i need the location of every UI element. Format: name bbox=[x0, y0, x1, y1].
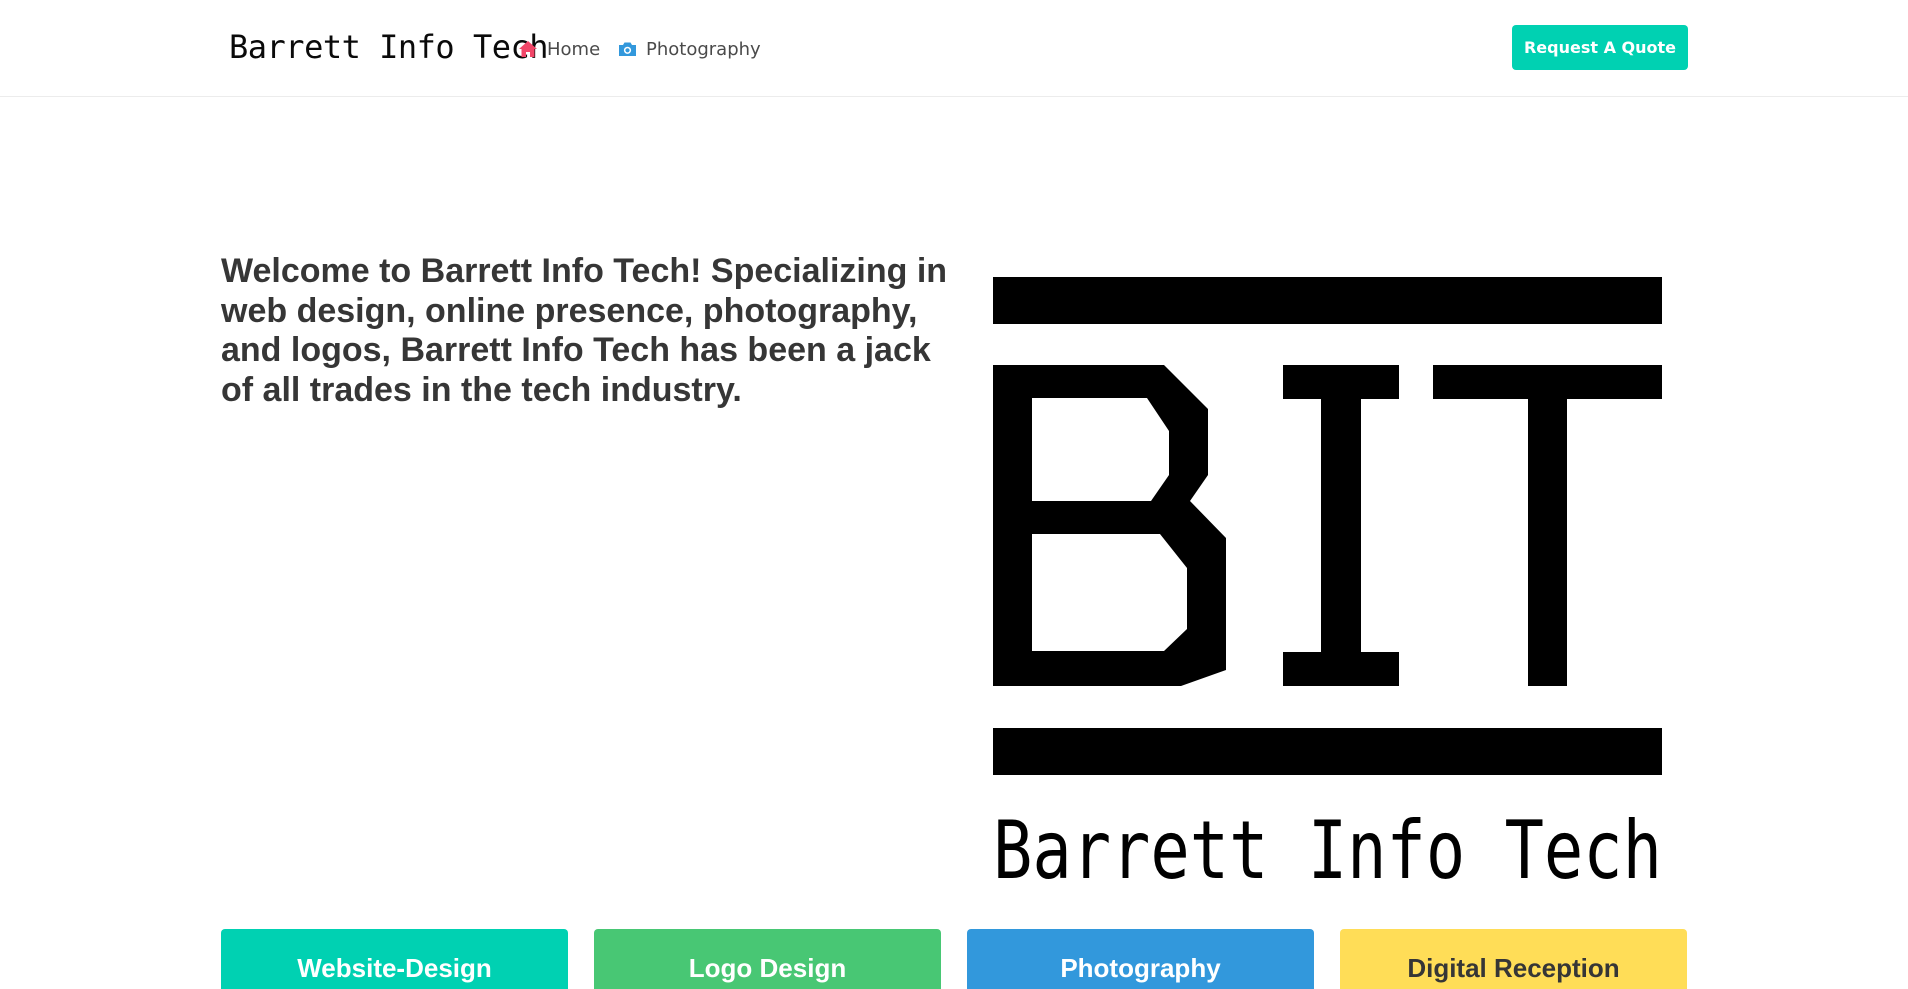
request-quote-button[interactable]: Request A Quote bbox=[1512, 25, 1688, 70]
logo-letters bbox=[993, 365, 1662, 686]
nav-item-home[interactable]: Home bbox=[518, 36, 600, 62]
website-design-button[interactable]: Website-Design bbox=[221, 929, 568, 989]
logo-design-button[interactable]: Logo Design bbox=[594, 929, 941, 989]
logo-wordmark: Barrett Info Tech bbox=[993, 804, 1662, 881]
photography-button[interactable]: Photography bbox=[967, 929, 1314, 989]
digital-reception-button[interactable]: Digital Reception bbox=[1340, 929, 1687, 989]
camera-icon bbox=[618, 41, 637, 57]
home-icon bbox=[518, 40, 538, 58]
nav-item-photography[interactable]: Photography bbox=[618, 36, 761, 62]
brand-link[interactable]: Barrett Info Tech bbox=[229, 28, 549, 66]
nav-item-photography-label: Photography bbox=[646, 38, 761, 60]
navbar: Barrett Info Tech Home Photography Reque… bbox=[0, 0, 1908, 97]
nav-item-home-label: Home bbox=[547, 38, 601, 60]
intro-text: Welcome to Barrett Info Tech! Specializi… bbox=[221, 252, 948, 409]
bit-logo: Barrett Info Tech bbox=[993, 277, 1662, 881]
